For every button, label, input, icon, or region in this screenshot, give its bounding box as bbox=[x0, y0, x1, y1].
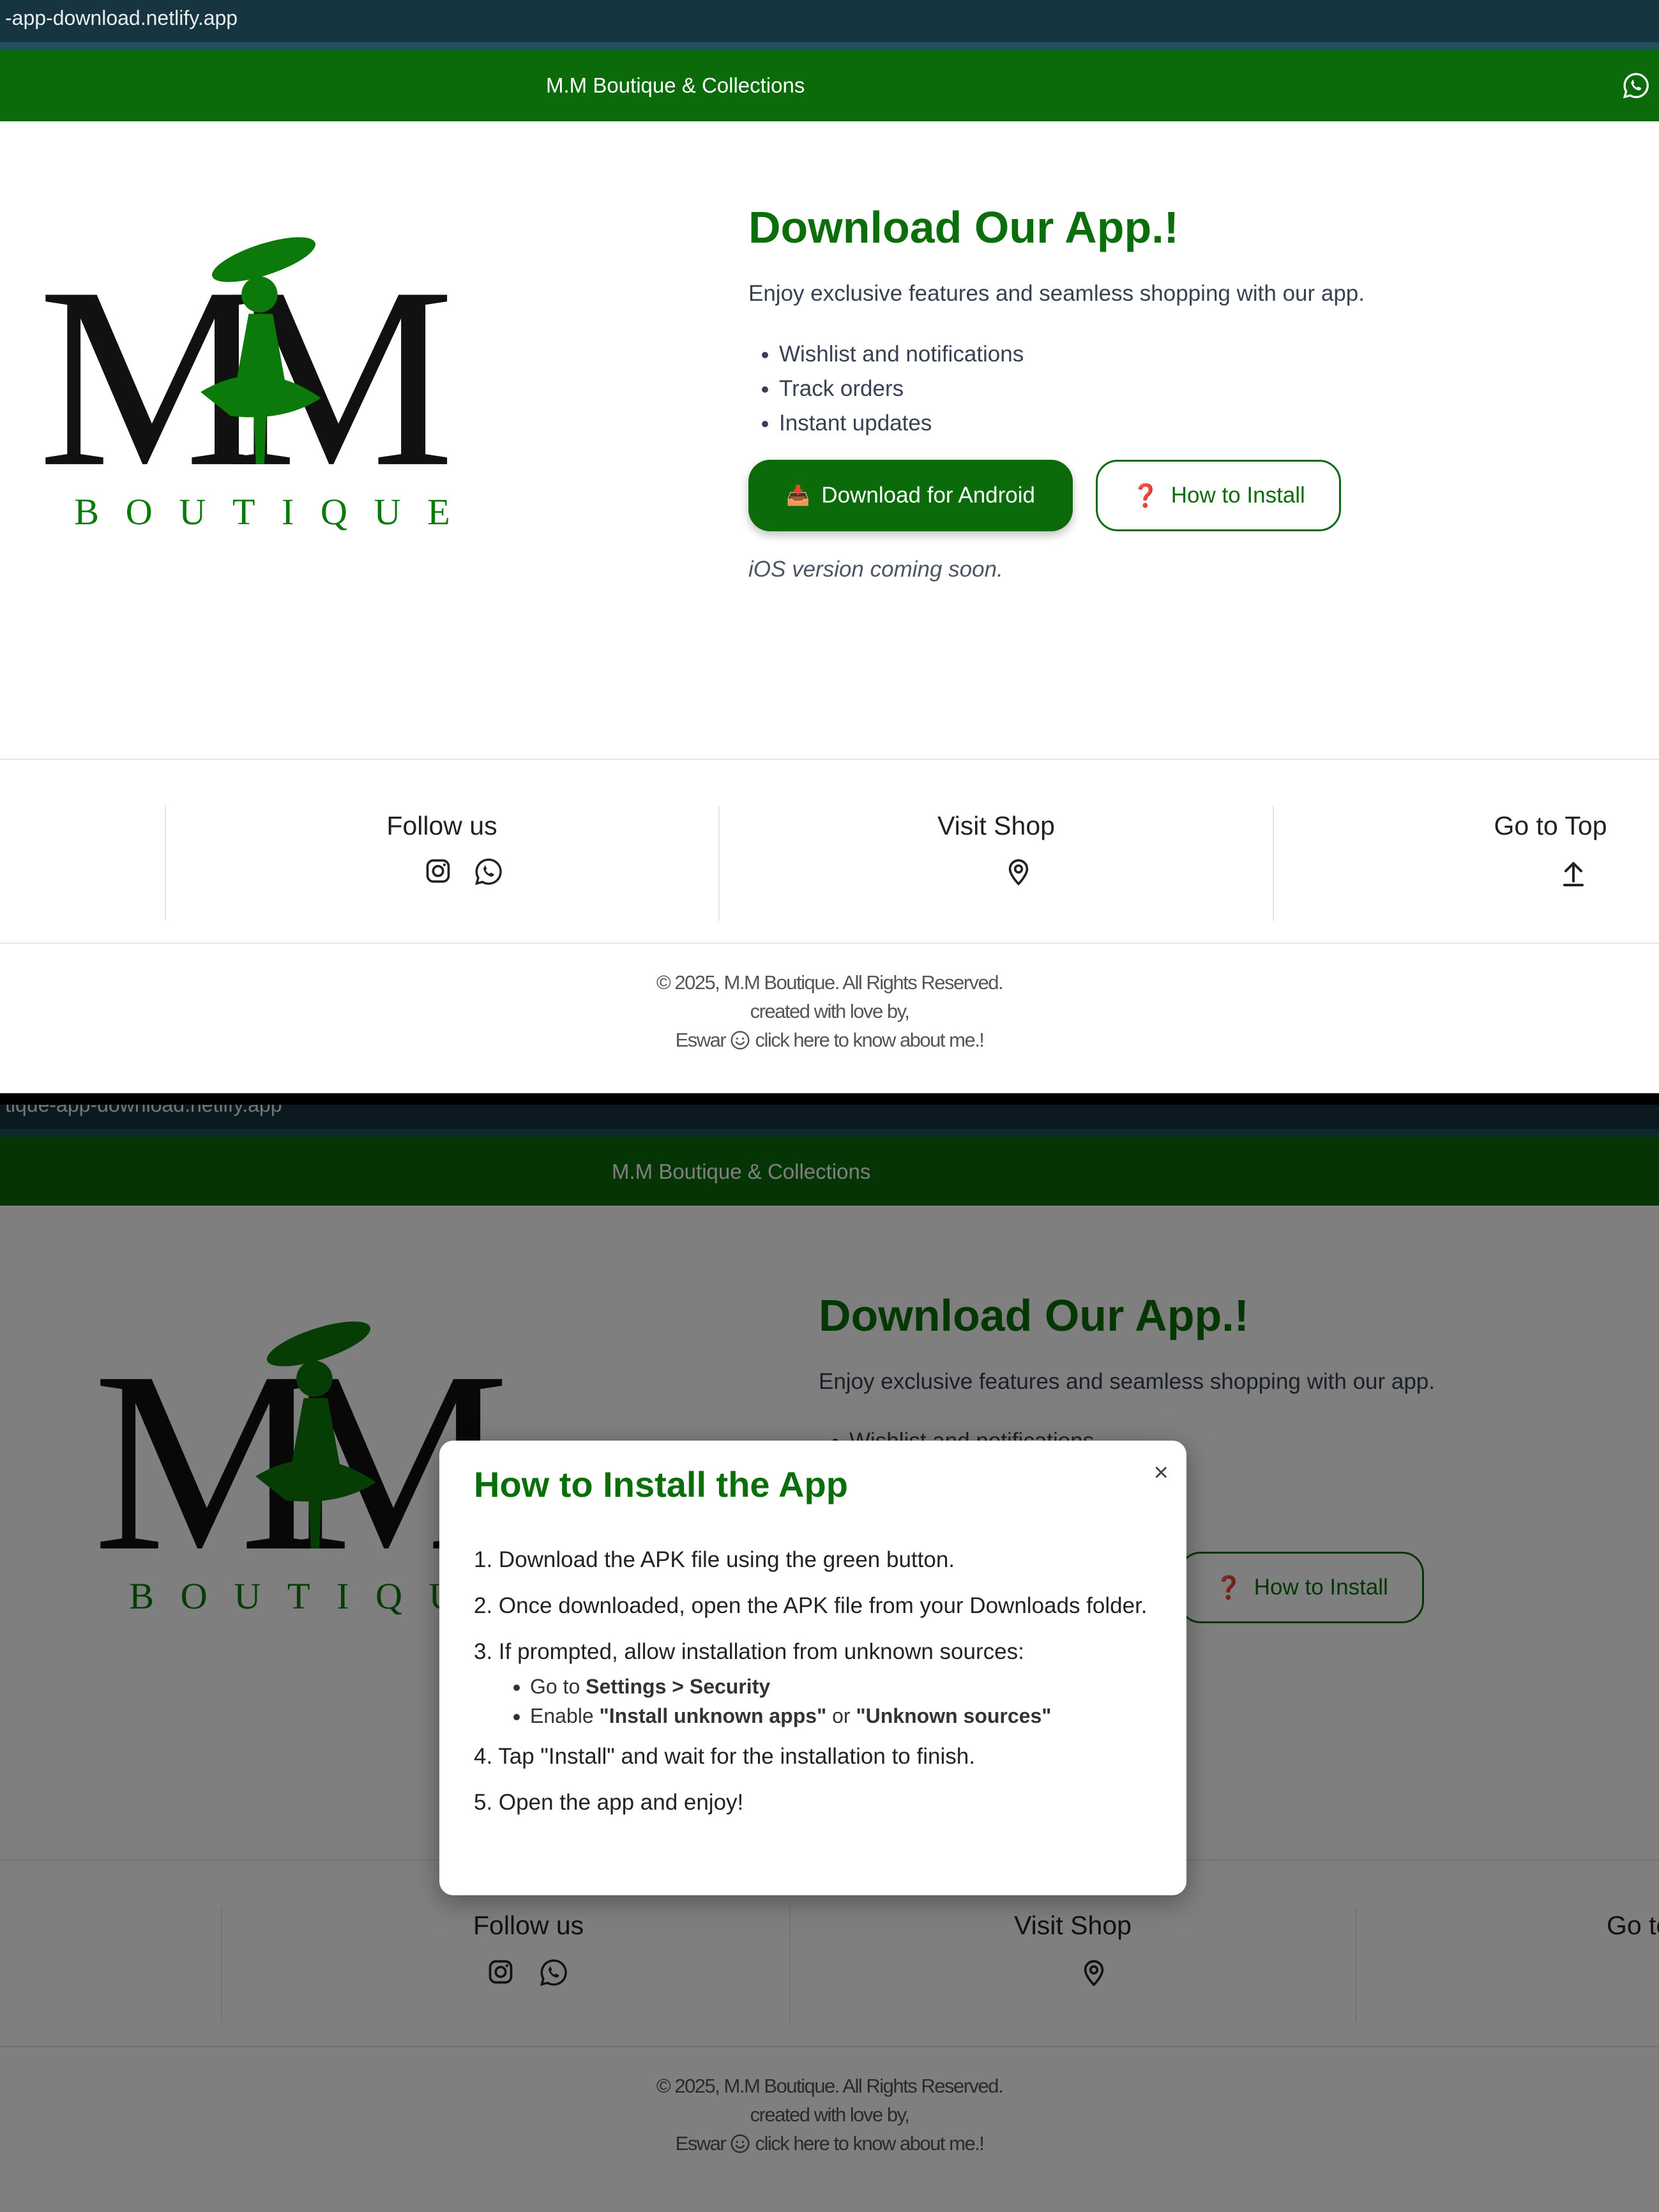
install-steps: 1. Download the APK file using the green… bbox=[474, 1543, 1151, 1831]
substep-text: or bbox=[832, 1704, 851, 1727]
whatsapp-icon[interactable] bbox=[1622, 72, 1650, 100]
footer-divider bbox=[0, 759, 1659, 760]
install-instructions-modal: × How to Install the App 1. Download the… bbox=[439, 1441, 1186, 1895]
follow-us-heading: Follow us bbox=[386, 811, 497, 840]
page-view-modal-open: tique-app-download.netlify.app M.M Bouti… bbox=[0, 1105, 1659, 2212]
instagram-icon[interactable] bbox=[424, 857, 452, 885]
copyright-divider bbox=[0, 943, 1659, 944]
feature-item: Track orders bbox=[779, 372, 1024, 406]
author-line: Eswar click here to know about me.! bbox=[0, 1026, 1659, 1054]
download-android-button[interactable]: 📥 Download for Android bbox=[748, 460, 1073, 531]
arrow-up-icon[interactable] bbox=[1558, 857, 1589, 888]
install-button-label: How to Install bbox=[1170, 483, 1305, 508]
install-step: 3. If prompted, allow installation from … bbox=[474, 1639, 1024, 1664]
install-step: 2. Once downloaded, open the APK file fr… bbox=[474, 1593, 1148, 1618]
page-view-default: -app-download.netlify.app M.M Boutique &… bbox=[0, 0, 1659, 1093]
header-brand: M.M Boutique & Collections bbox=[546, 73, 805, 97]
feature-list: Wishlist and notifications Track orders … bbox=[748, 337, 1024, 441]
browser-url-bar[interactable]: -app-download.netlify.app bbox=[0, 0, 1659, 50]
author-name: Eswar bbox=[675, 1029, 727, 1051]
copyright-text: © 2025, M.M Boutique. All Rights Reserve… bbox=[656, 971, 1004, 994]
substep-text: Go to bbox=[530, 1675, 580, 1698]
how-to-install-button[interactable]: ❓ How to Install bbox=[1096, 460, 1341, 531]
about-me-link[interactable]: click here to know about me.! bbox=[755, 1029, 984, 1051]
whatsapp-icon[interactable] bbox=[474, 857, 503, 886]
hero-subtitle: Enjoy exclusive features and seamless sh… bbox=[748, 281, 1365, 306]
download-button-label: Download for Android bbox=[821, 483, 1035, 508]
go-to-top-heading[interactable]: Go to Top bbox=[1274, 811, 1659, 841]
install-substep: Go to Settings > Security bbox=[530, 1672, 1151, 1701]
close-icon[interactable]: × bbox=[1154, 1458, 1169, 1487]
created-by-text: created with love by, bbox=[750, 1000, 910, 1022]
smiley-icon bbox=[730, 1030, 750, 1050]
site-header: M.M Boutique & Collections bbox=[0, 50, 1659, 121]
install-step: 1. Download the APK file using the green… bbox=[474, 1547, 955, 1572]
download-tray-icon: 📥 bbox=[785, 485, 810, 506]
url-text[interactable]: -app-download.netlify.app bbox=[5, 6, 238, 30]
copyright-block: © 2025, M.M Boutique. All Rights Reserve… bbox=[0, 968, 1659, 1054]
boutique-logo bbox=[26, 223, 460, 536]
visit-shop-heading: Visit Shop bbox=[937, 811, 1055, 840]
setting-name: "Install unknown apps" bbox=[599, 1704, 827, 1727]
map-pin-icon[interactable] bbox=[1004, 857, 1033, 886]
feature-item: Instant updates bbox=[779, 406, 1024, 441]
modal-title: How to Install the App bbox=[474, 1464, 848, 1504]
install-step: 5. Open the app and enjoy! bbox=[474, 1790, 744, 1815]
feature-item: Wishlist and notifications bbox=[779, 337, 1024, 372]
ios-note: iOS version coming soon. bbox=[748, 557, 1003, 582]
install-substeps: Go to Settings > Security Enable "Instal… bbox=[474, 1672, 1151, 1731]
url-bar-stripe bbox=[0, 42, 1659, 50]
setting-name: "Unknown sources" bbox=[856, 1704, 1052, 1727]
install-step: 4. Tap "Install" and wait for the instal… bbox=[474, 1744, 975, 1769]
settings-path: Settings > Security bbox=[586, 1675, 771, 1698]
question-icon: ❓ bbox=[1132, 483, 1160, 508]
install-substep: Enable "Install unknown apps" or "Unknow… bbox=[530, 1701, 1151, 1731]
hero-title: Download Our App.! bbox=[748, 202, 1179, 252]
substep-text: Enable bbox=[530, 1704, 594, 1727]
